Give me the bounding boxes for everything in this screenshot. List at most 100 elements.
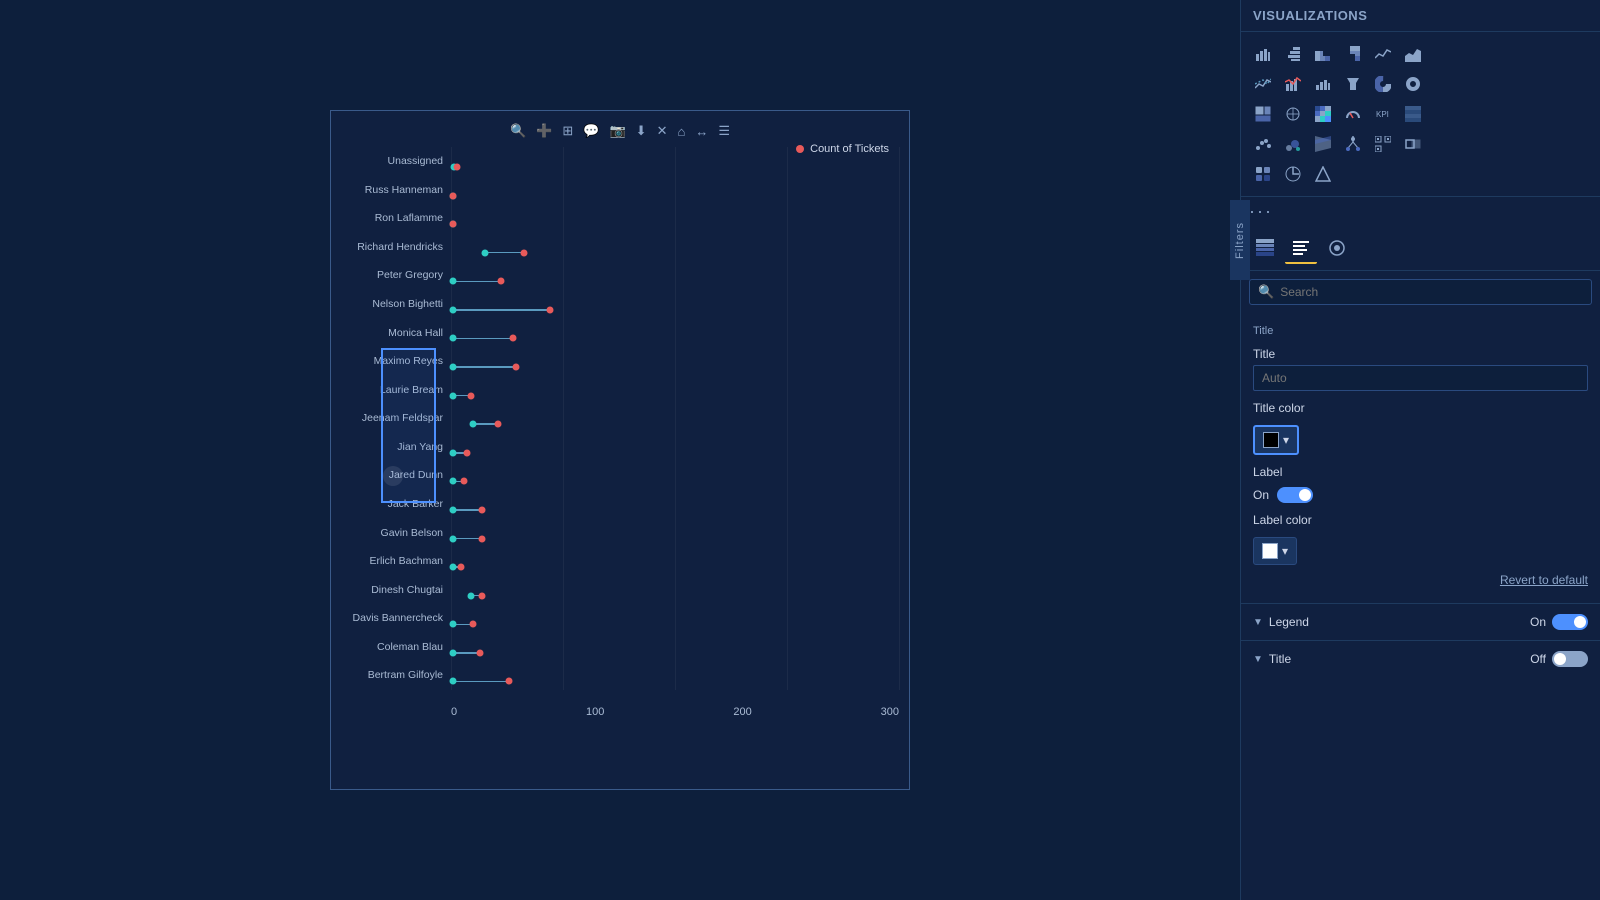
title-color-button[interactable]: ▾	[1253, 425, 1299, 455]
viz-icon-decomp[interactable]	[1339, 130, 1367, 158]
search-box[interactable]: 🔍	[1249, 279, 1592, 305]
search-icon: 🔍	[1258, 284, 1274, 300]
revert-button[interactable]: Revert to default	[1253, 565, 1588, 595]
y-label: Monica Hall	[388, 322, 443, 344]
dot-teal	[450, 506, 457, 513]
viz-icon-bubble[interactable]	[1279, 130, 1307, 158]
dumbbell-row	[451, 353, 899, 382]
viz-icon-pie[interactable]	[1369, 70, 1397, 98]
arrow-icon[interactable]: ↔	[692, 122, 711, 141]
viz-icon-funnel[interactable]	[1339, 70, 1367, 98]
section-icon-analytics[interactable]	[1321, 232, 1353, 264]
title-bottom-title: Title	[1269, 652, 1291, 666]
icon-row-3: KPI	[1249, 100, 1592, 128]
visualizations-title: Visualizations	[1253, 8, 1367, 23]
comment-icon[interactable]: 💬	[580, 121, 602, 141]
dumbbell-row	[451, 553, 899, 582]
dot-red	[498, 278, 505, 285]
viz-icon-donut[interactable]	[1399, 70, 1427, 98]
viz-icon-combo[interactable]	[1279, 70, 1307, 98]
y-label: Jack Barker	[388, 493, 443, 515]
icon-row-5	[1249, 160, 1592, 188]
viz-icon-scatter2[interactable]	[1249, 130, 1277, 158]
camera-icon[interactable]: 📷	[606, 121, 628, 141]
title-bottom-collapsible[interactable]: ▼ Title Off	[1241, 640, 1600, 677]
dot-teal	[468, 592, 475, 599]
title-section-header: Title	[1253, 325, 1588, 337]
viz-icon-custom3[interactable]	[1309, 160, 1337, 188]
legend-toggle-text: On	[1530, 615, 1546, 629]
title-color-dropdown-icon: ▾	[1283, 433, 1289, 447]
dot-red	[506, 678, 513, 685]
home-icon[interactable]: ⌂	[674, 122, 688, 141]
add-icon[interactable]: ➕	[533, 121, 555, 141]
icon-row-1	[1249, 40, 1592, 68]
viz-icon-bar[interactable]	[1249, 40, 1277, 68]
dumbbell-row	[451, 524, 899, 553]
viz-icon-custom2[interactable]	[1279, 160, 1307, 188]
viz-icon-bar2[interactable]	[1279, 40, 1307, 68]
dot-teal	[470, 421, 477, 428]
dot-red	[509, 335, 516, 342]
dot-red	[458, 564, 465, 571]
label-toggle-text: On	[1253, 488, 1269, 502]
x-axis-labels: 0100200300	[451, 706, 899, 718]
dot-red	[470, 621, 477, 628]
dumbbell-row	[451, 439, 899, 468]
dot-teal	[450, 278, 457, 285]
search-input[interactable]	[1280, 285, 1583, 299]
viz-icon-bar3[interactable]	[1309, 40, 1337, 68]
legend-collapsible[interactable]: ▼ Legend On	[1241, 603, 1600, 640]
section-icon-format[interactable]	[1285, 232, 1317, 264]
viz-icon-ribbon[interactable]	[1309, 130, 1337, 158]
y-label: Jeenam Feldspar	[362, 407, 443, 429]
viz-icon-kpi[interactable]: KPI	[1369, 100, 1397, 128]
menu-icon[interactable]: ☰	[715, 121, 733, 141]
chart-plot: 0100200300	[451, 147, 899, 690]
viz-icon-treemap[interactable]	[1249, 100, 1277, 128]
grid-line-4	[899, 147, 900, 690]
viz-icon-area[interactable]	[1399, 40, 1427, 68]
legend-chevron: ▼	[1253, 617, 1263, 628]
title-bottom-right: Off	[1530, 651, 1588, 667]
download-icon[interactable]: ⬇	[633, 121, 650, 141]
dot-teal	[450, 392, 457, 399]
dumbbell-row	[451, 210, 899, 239]
main-area: 🔍 ➕ ⊞ 💬 📷 ⬇ ✕ ⌂ ↔ ☰ Count of Tickets Una…	[0, 0, 1240, 900]
chart-toolbar: 🔍 ➕ ⊞ 💬 📷 ⬇ ✕ ⌂ ↔ ☰	[341, 121, 899, 141]
title-input[interactable]	[1253, 365, 1588, 391]
dumbbell-line	[453, 281, 501, 283]
title-bottom-toggle-thumb	[1554, 653, 1566, 665]
legend-toggle-thumb	[1574, 616, 1586, 628]
viz-icon-bar4[interactable]	[1339, 40, 1367, 68]
dumbbell-line	[485, 252, 524, 254]
viz-icon-map[interactable]	[1279, 100, 1307, 128]
zoom-icon[interactable]: 🔍	[507, 121, 529, 141]
viz-icon-custom1[interactable]	[1249, 160, 1277, 188]
viz-icon-line[interactable]	[1369, 40, 1397, 68]
grid-icon[interactable]: ⊞	[559, 121, 576, 141]
viz-icon-gauge[interactable]	[1339, 100, 1367, 128]
viz-icon-qr[interactable]	[1369, 130, 1397, 158]
title-bottom-chevron: ▼	[1253, 654, 1263, 665]
section-icon-table[interactable]	[1249, 232, 1281, 264]
icon-row-2	[1249, 70, 1592, 98]
filters-tab[interactable]: Filters	[1230, 200, 1250, 280]
label-color-dropdown-icon: ▾	[1282, 544, 1288, 558]
viz-icon-waterfall[interactable]	[1309, 70, 1337, 98]
title-bottom-toggle[interactable]	[1552, 651, 1588, 667]
dumbbell-row	[451, 267, 899, 296]
dumbbell-row	[451, 324, 899, 353]
label-color-button[interactable]: ▾	[1253, 537, 1297, 565]
label-toggle[interactable]	[1277, 487, 1313, 503]
dumbbell-line	[453, 309, 549, 311]
cross-icon[interactable]: ✕	[654, 121, 671, 141]
dot-red	[453, 163, 460, 170]
x-axis-label: 0	[451, 706, 457, 718]
viz-icon-matrix[interactable]	[1399, 100, 1427, 128]
viz-icon-shape[interactable]	[1399, 130, 1427, 158]
legend-toggle[interactable]	[1552, 614, 1588, 630]
title-bottom-toggle-text: Off	[1530, 652, 1546, 666]
viz-icon-heatmap[interactable]	[1309, 100, 1337, 128]
viz-icon-scatter[interactable]	[1249, 70, 1277, 98]
